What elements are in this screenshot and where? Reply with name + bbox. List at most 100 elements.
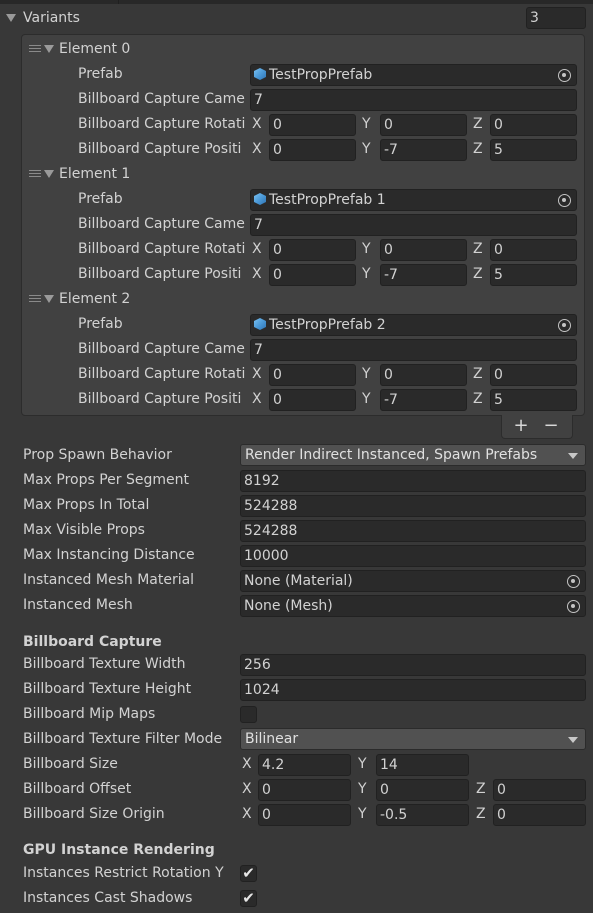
- max-per-segment-field[interactable]: 8192: [240, 470, 586, 492]
- object-picker-icon[interactable]: [558, 319, 571, 332]
- max-distance-field[interactable]: 10000: [240, 545, 586, 567]
- prefab-cube-icon: [254, 68, 266, 80]
- position-x-field[interactable]: 0: [269, 139, 356, 161]
- axis-z-label[interactable]: Z: [473, 389, 483, 409]
- axis-z-label[interactable]: Z: [473, 114, 483, 134]
- axis-y-label[interactable]: Y: [362, 139, 371, 159]
- mesh-material-field[interactable]: None (Material): [240, 570, 586, 592]
- axis-y-label[interactable]: Y: [358, 754, 367, 774]
- prefab-object-field[interactable]: TestPropPrefab 2: [250, 314, 577, 336]
- size-origin-x-field[interactable]: 0: [258, 804, 351, 826]
- rotation-y-field[interactable]: 0: [380, 114, 467, 136]
- axis-x-label[interactable]: X: [242, 754, 252, 774]
- object-picker-icon[interactable]: [567, 575, 580, 588]
- axis-x-label[interactable]: X: [252, 114, 262, 134]
- axis-x-label[interactable]: X: [242, 804, 252, 824]
- max-visible-field[interactable]: 524288: [240, 520, 586, 542]
- position-y-field[interactable]: -7: [380, 389, 467, 411]
- drag-handle-icon[interactable]: [29, 295, 41, 302]
- axis-x-label[interactable]: X: [252, 364, 262, 384]
- capture-camera-field[interactable]: 7: [250, 214, 577, 236]
- axis-x-label[interactable]: X: [242, 779, 252, 799]
- billboard-offset-x-field[interactable]: 0: [258, 779, 351, 801]
- element-1-title[interactable]: Element 1: [59, 164, 130, 184]
- capture-camera-field[interactable]: 7: [250, 89, 577, 111]
- axis-x-label[interactable]: X: [252, 389, 262, 409]
- texture-height-field[interactable]: 1024: [240, 679, 586, 701]
- cast-shadows-checkbox[interactable]: ✔: [240, 890, 257, 907]
- axis-y-label[interactable]: Y: [362, 264, 371, 284]
- prefab-object-field[interactable]: TestPropPrefab 1: [250, 189, 577, 211]
- size-origin-z-field[interactable]: 0: [493, 804, 586, 826]
- restrict-rotation-checkbox[interactable]: ✔: [240, 865, 257, 882]
- rotation-z-field[interactable]: 0: [490, 364, 577, 386]
- rotation-y-field[interactable]: 0: [380, 239, 467, 261]
- axis-z-label[interactable]: Z: [473, 364, 483, 384]
- spawn-behavior-dropdown[interactable]: Render Indirect Instanced, Spawn Prefabs: [240, 444, 586, 466]
- element-2-foldout-arrow-icon[interactable]: [44, 295, 54, 303]
- rotation-x-field[interactable]: 0: [269, 114, 356, 136]
- mesh-value: None (Mesh): [244, 598, 333, 614]
- capture-position-label: Billboard Capture Positi: [78, 141, 242, 157]
- axis-z-label[interactable]: Z: [473, 239, 483, 259]
- element-0-foldout-arrow-icon[interactable]: [44, 45, 54, 53]
- prefab-object-field[interactable]: TestPropPrefab: [250, 64, 577, 86]
- mip-maps-checkbox[interactable]: [240, 706, 257, 723]
- axis-z-label[interactable]: Z: [473, 139, 483, 159]
- texture-width-field[interactable]: 256: [240, 654, 586, 676]
- billboard-size-y-field[interactable]: 14: [376, 754, 469, 776]
- axis-y-label[interactable]: Y: [362, 114, 371, 134]
- billboard-offset-label: Billboard Offset: [23, 781, 132, 797]
- spawn-behavior-label: Prop Spawn Behavior: [23, 447, 172, 463]
- gpu-instance-header: GPU Instance Rendering: [23, 842, 215, 858]
- rotation-x-field[interactable]: 0: [269, 364, 356, 386]
- position-x-field[interactable]: 0: [269, 264, 356, 286]
- drag-handle-icon[interactable]: [29, 170, 41, 177]
- restrict-rotation-label: Instances Restrict Rotation Y: [23, 865, 224, 881]
- object-picker-icon[interactable]: [558, 194, 571, 207]
- rotation-y-field[interactable]: 0: [380, 364, 467, 386]
- element-0-title[interactable]: Element 0: [59, 39, 130, 59]
- rotation-x-field[interactable]: 0: [269, 239, 356, 261]
- axis-y-label[interactable]: Y: [362, 239, 371, 259]
- billboard-size-x-field[interactable]: 4.2: [258, 754, 351, 776]
- element-1-foldout-arrow-icon[interactable]: [44, 170, 54, 178]
- rotation-z-field[interactable]: 0: [490, 239, 577, 261]
- variants-label[interactable]: Variants: [23, 8, 80, 28]
- add-element-button[interactable]: +: [512, 415, 530, 437]
- element-2-title[interactable]: Element 2: [59, 289, 130, 309]
- size-origin-y-field[interactable]: -0.5: [376, 804, 469, 826]
- object-picker-icon[interactable]: [567, 600, 580, 613]
- position-z-field[interactable]: 5: [490, 264, 577, 286]
- drag-handle-icon[interactable]: [29, 45, 41, 52]
- axis-y-label[interactable]: Y: [362, 364, 371, 384]
- axis-z-label[interactable]: Z: [473, 264, 483, 284]
- axis-y-label[interactable]: Y: [358, 804, 367, 824]
- axis-y-label[interactable]: Y: [362, 389, 371, 409]
- position-y-field[interactable]: -7: [380, 139, 467, 161]
- axis-x-label[interactable]: X: [252, 264, 262, 284]
- axis-z-label[interactable]: Z: [476, 804, 486, 824]
- axis-y-label[interactable]: Y: [358, 779, 367, 799]
- position-z-field[interactable]: 5: [490, 389, 577, 411]
- prefab-value: TestPropPrefab 2: [269, 317, 386, 333]
- axis-x-label[interactable]: X: [252, 139, 262, 159]
- position-y-field[interactable]: -7: [380, 264, 467, 286]
- prefab-label: Prefab: [78, 66, 123, 82]
- object-picker-icon[interactable]: [558, 69, 571, 82]
- capture-camera-field[interactable]: 7: [250, 339, 577, 361]
- axis-x-label[interactable]: X: [252, 239, 262, 259]
- capture-position-label: Billboard Capture Positi: [78, 391, 242, 407]
- axis-z-label[interactable]: Z: [476, 779, 486, 799]
- billboard-offset-y-field[interactable]: 0: [376, 779, 469, 801]
- filter-mode-dropdown[interactable]: Bilinear: [240, 728, 586, 750]
- variants-foldout-arrow-icon[interactable]: [6, 14, 16, 22]
- variants-count-field[interactable]: 3: [526, 7, 586, 29]
- remove-element-button[interactable]: −: [542, 415, 560, 437]
- rotation-z-field[interactable]: 0: [490, 114, 577, 136]
- billboard-offset-z-field[interactable]: 0: [493, 779, 586, 801]
- max-total-field[interactable]: 524288: [240, 495, 586, 517]
- position-x-field[interactable]: 0: [269, 389, 356, 411]
- mesh-field[interactable]: None (Mesh): [240, 595, 586, 617]
- position-z-field[interactable]: 5: [490, 139, 577, 161]
